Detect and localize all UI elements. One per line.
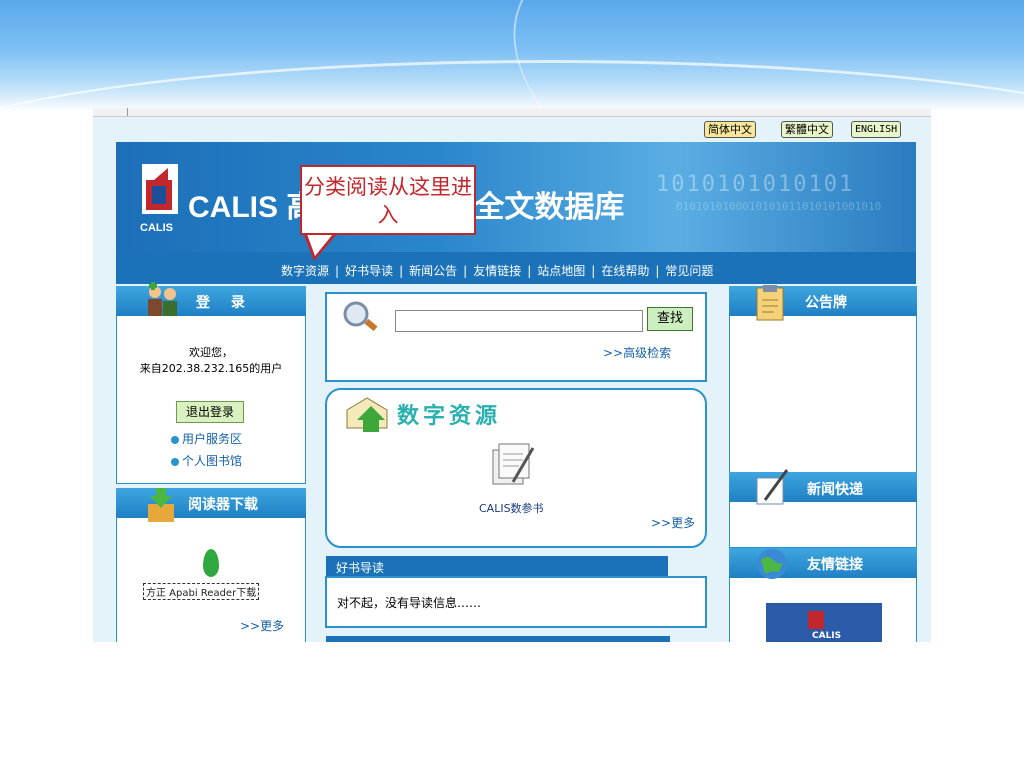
edge-tick <box>127 108 128 116</box>
reference-book-icon[interactable] <box>489 442 535 486</box>
digital-resources-title: 数字资源 <box>397 404 502 429</box>
bullet-icon <box>171 457 179 466</box>
login-title: 登 录 <box>196 295 253 311</box>
reader-header: 阅读器下载 <box>116 488 306 522</box>
clipboard-icon <box>756 285 784 321</box>
logout-button[interactable]: 退出登录 <box>176 401 244 423</box>
apabi-download[interactable]: 方正 Apabi Reader下载 <box>143 549 271 600</box>
nav-separator: | <box>399 264 404 278</box>
header-binary-decoration: 1010101010101 <box>656 172 855 197</box>
welcome-line: 欢迎您， <box>189 346 233 359</box>
nav-separator: | <box>655 264 660 278</box>
calis-link-logo[interactable]: CALIS <box>766 603 882 642</box>
lang-simplified-button[interactable]: 简体中文 <box>704 121 756 138</box>
nav-separator: | <box>591 264 596 278</box>
lang-traditional-button[interactable]: 繁體中文 <box>781 121 833 138</box>
personal-library-link[interactable]: 个人图书馆 <box>171 452 242 469</box>
nav-item-good-books[interactable]: 好书导读 <box>345 262 393 279</box>
pen-paper-icon <box>756 469 789 505</box>
calis-logo-icon <box>808 611 824 629</box>
search-button[interactable]: 查找 <box>647 307 693 331</box>
user-ip-line: 来自202.38.232.165的用户 <box>139 362 283 375</box>
site-title-left: CALIS 高 <box>188 191 317 224</box>
nav-item-help[interactable]: 在线帮助 <box>601 262 649 279</box>
mail-arrow-icon <box>346 397 388 432</box>
news-header: 新闻快递 <box>729 469 917 505</box>
digital-resources-panel: 数字资源 CALIS数参书 >>更多 <box>325 388 707 548</box>
nav-separator: | <box>463 264 468 278</box>
site-header: 1010101010101 01010101000101010110101010… <box>116 142 916 252</box>
good-books-empty-text: 对不起，没有导读信息…… <box>337 596 482 610</box>
nav-item-digital-resources[interactable]: 数字资源 <box>281 262 329 279</box>
header-binary-decoration-small: 0101010100010101011010101001010 <box>676 200 882 213</box>
calis-logo-text: CALIS <box>812 631 842 641</box>
good-books-panel: 对不起，没有导读信息…… <box>325 576 707 628</box>
callout-tail-inner <box>307 234 333 256</box>
users-icon <box>148 282 177 316</box>
apabi-flame-icon <box>203 549 219 577</box>
website-screenshot: 简体中文 繁體中文 ENGLISH 1010101010101 01010101… <box>93 108 931 642</box>
main-nav: 数字资源 | 好书导读 | 新闻公告 | 友情链接 | 站点地图 | 在线帮助 | 常见问题 <box>116 252 916 284</box>
login-header: 登 录 <box>116 282 306 316</box>
welcome-text: 欢迎您， 来自202.38.232.165的用户 <box>117 345 305 377</box>
browser-top-edge <box>93 108 931 117</box>
user-service-label: 用户服务区 <box>182 432 243 446</box>
banner-swoosh <box>466 0 1024 112</box>
logo-part <box>152 186 166 204</box>
lang-english-button[interactable]: ENGLISH <box>851 121 902 138</box>
nav-item-news[interactable]: 新闻公告 <box>409 262 457 279</box>
links-header: 友情链接 <box>729 548 917 579</box>
notice-header: 公告牌 <box>729 285 917 321</box>
resources-more-link[interactable]: >>更多 <box>651 514 695 531</box>
nav-separator: | <box>527 264 532 278</box>
globe-icon <box>757 549 787 579</box>
calis-logo-icon[interactable] <box>142 164 178 214</box>
slide-banner <box>0 0 1024 112</box>
nav-separator: | <box>335 264 340 278</box>
reader-more-link[interactable]: >>更多 <box>240 617 284 634</box>
magnifier-icon <box>343 301 378 332</box>
search-input[interactable] <box>395 310 643 332</box>
annotation-callout: 分类阅读从这里进入 <box>300 165 476 235</box>
logo-caption: CALIS <box>140 222 173 234</box>
nav-item-sitemap[interactable]: 站点地图 <box>537 262 585 279</box>
search-panel: 查找 >>高级检索 <box>325 292 707 382</box>
apabi-download-label: 方正 Apabi Reader下载 <box>143 583 260 600</box>
bullet-icon <box>171 435 179 444</box>
personal-library-label: 个人图书馆 <box>182 454 243 468</box>
download-box-icon <box>148 488 174 522</box>
nav-item-faq[interactable]: 常见问题 <box>665 262 713 279</box>
links-title: 友情链接 <box>807 557 863 573</box>
advanced-search-link[interactable]: >>高级检索 <box>603 344 671 361</box>
notice-title: 公告牌 <box>805 295 847 311</box>
news-title: 新闻快递 <box>807 482 863 498</box>
logo-part <box>154 168 168 180</box>
good-books-header: 好书导读 <box>326 556 668 576</box>
nav-item-links[interactable]: 友情链接 <box>473 262 521 279</box>
calis-reference-book-link[interactable]: CALIS数参书 <box>479 500 544 516</box>
next-section-header <box>326 636 670 642</box>
reader-title: 阅读器下载 <box>188 497 258 513</box>
user-service-link[interactable]: 用户服务区 <box>171 430 242 447</box>
good-books-title: 好书导读 <box>336 561 385 575</box>
